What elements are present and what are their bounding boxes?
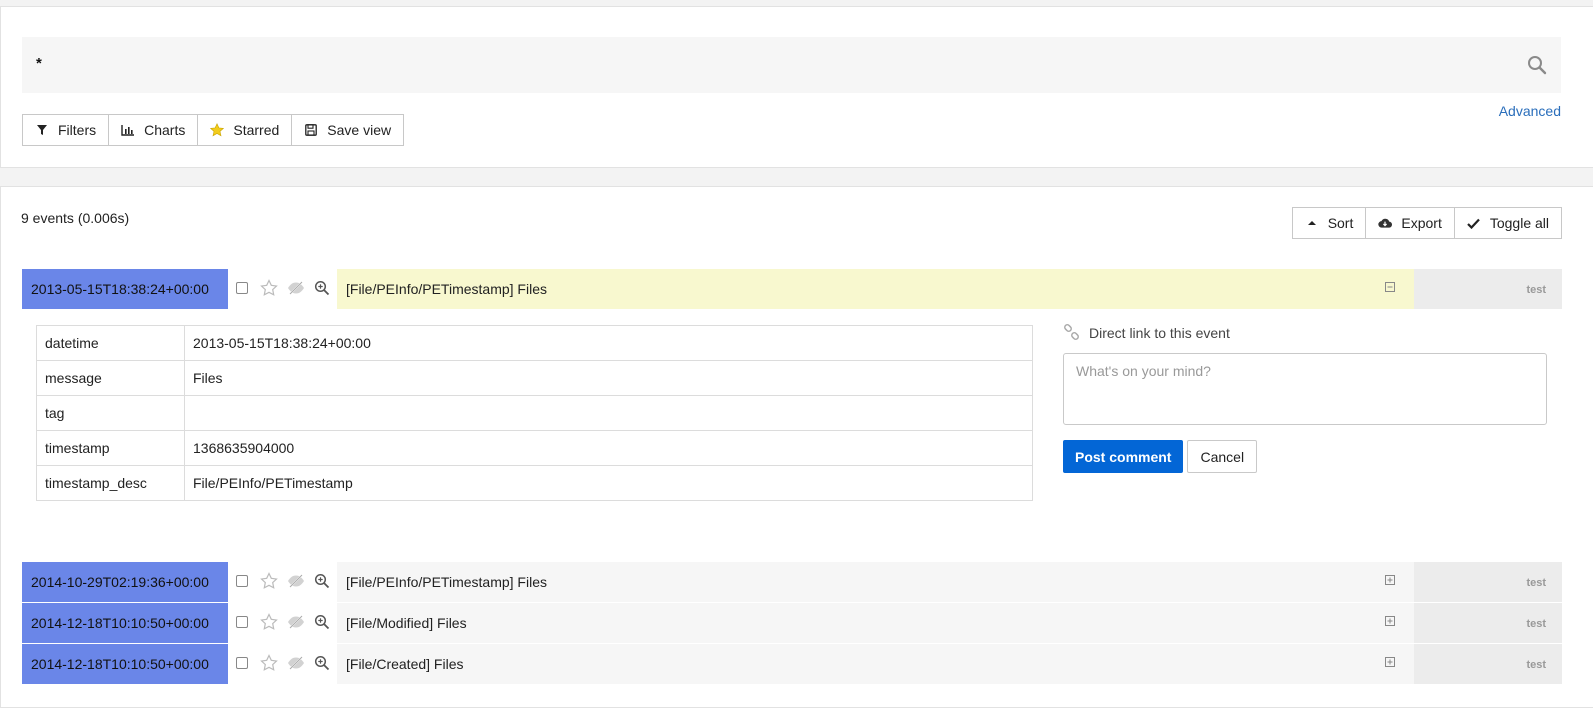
zoom-in-icon[interactable] xyxy=(314,280,330,296)
event-source: test xyxy=(1414,644,1562,684)
detail-key: message xyxy=(36,360,185,396)
comment-area: Direct link to this event What's on your… xyxy=(1063,324,1547,473)
star-icon[interactable] xyxy=(260,572,278,590)
event-source: test xyxy=(1414,269,1562,309)
detail-row: timestamp 1368635904000 xyxy=(36,430,1033,466)
starred-label: Starred xyxy=(233,122,280,138)
save-icon xyxy=(304,123,318,137)
results-panel: 9 events (0.006s) Sort Export Toggle all… xyxy=(0,186,1593,708)
event-message-text: [File/PEInfo/PETimestamp] Files xyxy=(346,281,547,297)
detail-value: 1368635904000 xyxy=(184,430,1033,466)
event-source: test xyxy=(1414,603,1562,643)
event-datetime[interactable]: 2013-05-15T18:38:24+00:00 xyxy=(22,269,228,309)
event-datetime[interactable]: 2014-10-29T02:19:36+00:00 xyxy=(22,562,228,602)
toggle-all-button[interactable]: Toggle all xyxy=(1453,207,1562,239)
save-view-label: Save view xyxy=(327,122,392,138)
bar-chart-icon xyxy=(121,123,135,137)
search-query[interactable]: * xyxy=(36,55,42,72)
sort-label: Sort xyxy=(1327,215,1354,231)
zoom-in-icon[interactable] xyxy=(314,614,330,630)
comment-actions: Post comment Cancel xyxy=(1063,440,1547,473)
advanced-link[interactable]: Advanced xyxy=(1499,103,1561,119)
filter-icon xyxy=(35,123,49,137)
event-datetime[interactable]: 2014-12-18T10:10:50+00:00 xyxy=(22,603,228,643)
zoom-in-icon[interactable] xyxy=(314,573,330,589)
detail-key: timestamp_desc xyxy=(36,465,185,501)
filters-button[interactable]: Filters xyxy=(22,114,110,146)
event-row[interactable]: 2014-12-18T10:10:50+00:00 [File/Modified]… xyxy=(22,603,1562,643)
event-message-text: [File/PEInfo/PETimestamp] Files xyxy=(346,574,547,590)
expand-icon[interactable] xyxy=(1385,575,1395,585)
direct-link-label: Direct link to this event xyxy=(1089,324,1230,341)
search-icon[interactable] xyxy=(1527,55,1547,75)
event-row[interactable]: 2014-10-29T02:19:36+00:00 [File/PEInfo/PE… xyxy=(22,562,1562,602)
event-row[interactable]: 2013-05-15T18:38:24+00:00 [File/PEInfo/PE… xyxy=(22,269,1562,309)
event-message[interactable]: [File/Created] Files xyxy=(337,644,1414,684)
search-toolbar: Filters Charts Starred Save view xyxy=(22,114,405,146)
caret-up-icon xyxy=(1305,216,1319,230)
detail-value: 2013-05-15T18:38:24+00:00 xyxy=(184,325,1033,361)
detail-key: tag xyxy=(36,395,185,431)
event-source: test xyxy=(1414,562,1562,602)
hide-event-icon[interactable] xyxy=(286,655,306,671)
event-message[interactable]: [File/Modified] Files xyxy=(337,603,1414,643)
star-icon[interactable] xyxy=(260,654,278,672)
toggle-all-label: Toggle all xyxy=(1489,215,1549,231)
detail-row: datetime 2013-05-15T18:38:24+00:00 xyxy=(36,325,1033,361)
detail-value xyxy=(184,395,1033,431)
event-message[interactable]: [File/PEInfo/PETimestamp] Files xyxy=(337,562,1414,602)
event-controls xyxy=(236,279,338,297)
event-controls xyxy=(236,613,338,631)
charts-label: Charts xyxy=(144,122,186,138)
export-label: Export xyxy=(1401,215,1442,231)
event-select-checkbox[interactable] xyxy=(236,657,248,669)
detail-key: datetime xyxy=(36,325,185,361)
cancel-button[interactable]: Cancel xyxy=(1187,440,1258,473)
star-icon xyxy=(210,123,225,137)
post-comment-button[interactable]: Post comment xyxy=(1063,440,1184,473)
detail-row: tag xyxy=(36,395,1033,431)
results-toolbar: Sort Export Toggle all xyxy=(1291,207,1562,239)
event-count: 9 events (0.006s) xyxy=(21,210,130,226)
search-bar[interactable]: * xyxy=(22,37,1561,93)
event-detail-table: datetime 2013-05-15T18:38:24+00:00 message… xyxy=(36,325,1033,501)
search-panel: * Filters Charts Starred Save view Advan… xyxy=(0,6,1593,168)
link-icon xyxy=(1064,324,1079,340)
star-icon[interactable] xyxy=(260,279,278,297)
expand-icon[interactable] xyxy=(1385,616,1395,626)
event-select-checkbox[interactable] xyxy=(236,616,248,628)
starred-button[interactable]: Starred xyxy=(197,114,293,146)
detail-row: timestamp_desc File/PEInfo/PETimestamp xyxy=(36,465,1033,501)
event-message-text: [File/Modified] Files xyxy=(346,615,467,631)
hide-event-icon[interactable] xyxy=(286,614,306,630)
event-select-checkbox[interactable] xyxy=(236,575,248,587)
charts-button[interactable]: Charts xyxy=(108,114,199,146)
collapse-icon[interactable] xyxy=(1385,282,1395,292)
export-button[interactable]: Export xyxy=(1365,207,1455,239)
detail-value: File/PEInfo/PETimestamp xyxy=(184,465,1033,501)
event-datetime[interactable]: 2014-12-18T10:10:50+00:00 xyxy=(22,644,228,684)
event-row[interactable]: 2014-12-18T10:10:50+00:00 [File/Created] … xyxy=(22,644,1562,684)
event-select-checkbox[interactable] xyxy=(236,282,248,294)
event-controls xyxy=(236,654,338,672)
hide-event-icon[interactable] xyxy=(286,573,306,589)
detail-row: message Files xyxy=(36,360,1033,396)
cloud-download-icon xyxy=(1378,216,1393,230)
event-message-text: [File/Created] Files xyxy=(346,656,464,672)
comment-input[interactable]: What's on your mind? xyxy=(1063,353,1547,425)
event-controls xyxy=(236,572,338,590)
check-icon xyxy=(1467,216,1481,230)
star-icon[interactable] xyxy=(260,613,278,631)
zoom-in-icon[interactable] xyxy=(314,655,330,671)
expand-icon[interactable] xyxy=(1385,657,1395,667)
detail-value: Files xyxy=(184,360,1033,396)
filters-label: Filters xyxy=(58,122,97,138)
direct-link[interactable]: Direct link to this event xyxy=(1063,324,1547,341)
detail-key: timestamp xyxy=(36,430,185,466)
save-view-button[interactable]: Save view xyxy=(291,114,405,146)
sort-button[interactable]: Sort xyxy=(1291,207,1367,239)
hide-event-icon[interactable] xyxy=(286,280,306,296)
event-message[interactable]: [File/PEInfo/PETimestamp] Files xyxy=(337,269,1414,309)
